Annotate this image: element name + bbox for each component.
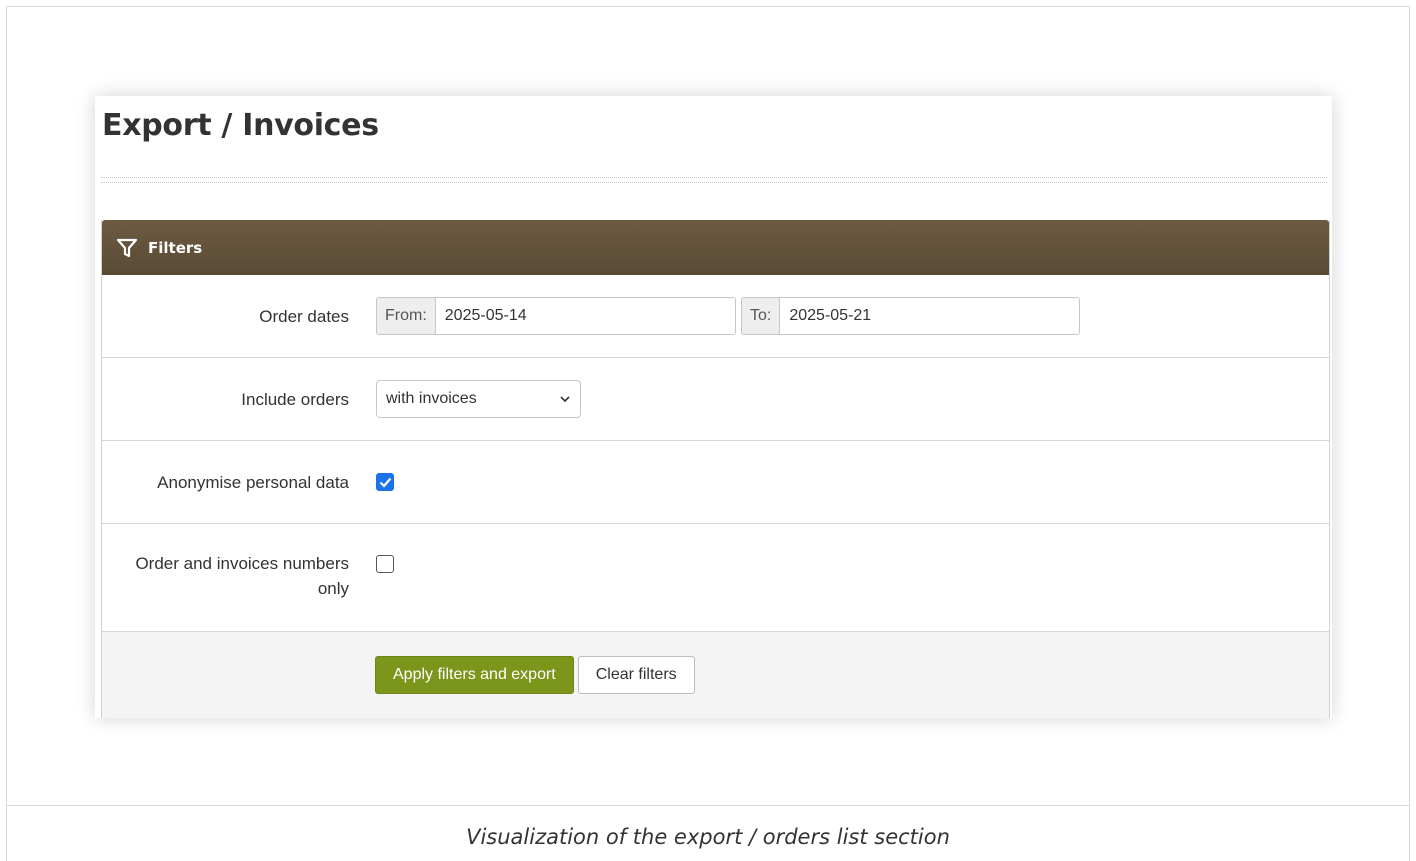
filters-panel-header[interactable]: Filters: [102, 220, 1329, 275]
anonymise-checkbox[interactable]: [376, 473, 394, 491]
apply-filters-button[interactable]: Apply filters and export: [375, 656, 574, 694]
anonymise-label: Anonymise personal data: [157, 472, 349, 492]
anonymise-row: Anonymise personal data: [102, 441, 1329, 524]
title-divider: [101, 177, 1327, 183]
filters-panel-title: Filters: [148, 238, 203, 257]
numbers-only-checkbox[interactable]: [376, 555, 394, 573]
order-dates-row: Order dates From: To:: [102, 275, 1329, 358]
date-to-addon: To:: [742, 298, 781, 334]
include-orders-label: Include orders: [241, 389, 349, 409]
include-orders-selected-value: with invoices: [386, 390, 477, 407]
page-title: Export / Invoices: [102, 108, 379, 143]
filter-actions: Apply filters and export Clear filters: [102, 632, 1329, 718]
date-to-group: To:: [741, 297, 1080, 335]
filters-panel: Filters Order dates From: To: Include or…: [101, 220, 1330, 718]
date-from-addon: From:: [377, 298, 436, 334]
checkmark-icon: [379, 477, 391, 488]
figure-caption: Visualization of the export / orders lis…: [466, 825, 950, 849]
date-from-input[interactable]: [435, 298, 735, 334]
date-to-input[interactable]: [780, 298, 1079, 334]
numbers-only-label: Order and invoices numbers only: [135, 554, 349, 598]
app-screenshot: Export / Invoices Filters Order dates Fr…: [95, 96, 1332, 718]
caption-divider: [7, 805, 1409, 806]
include-orders-row: Include orders with invoices: [102, 358, 1329, 441]
include-orders-select[interactable]: with invoices: [376, 380, 581, 418]
clear-filters-button[interactable]: Clear filters: [577, 656, 695, 694]
date-from-group: From:: [376, 297, 736, 335]
funnel-icon: [116, 237, 138, 259]
numbers-only-row: Order and invoices numbers only: [102, 524, 1329, 632]
chevron-down-icon: [560, 390, 570, 408]
order-dates-label: Order dates: [259, 306, 349, 326]
figure-frame: Export / Invoices Filters Order dates Fr…: [6, 6, 1410, 861]
